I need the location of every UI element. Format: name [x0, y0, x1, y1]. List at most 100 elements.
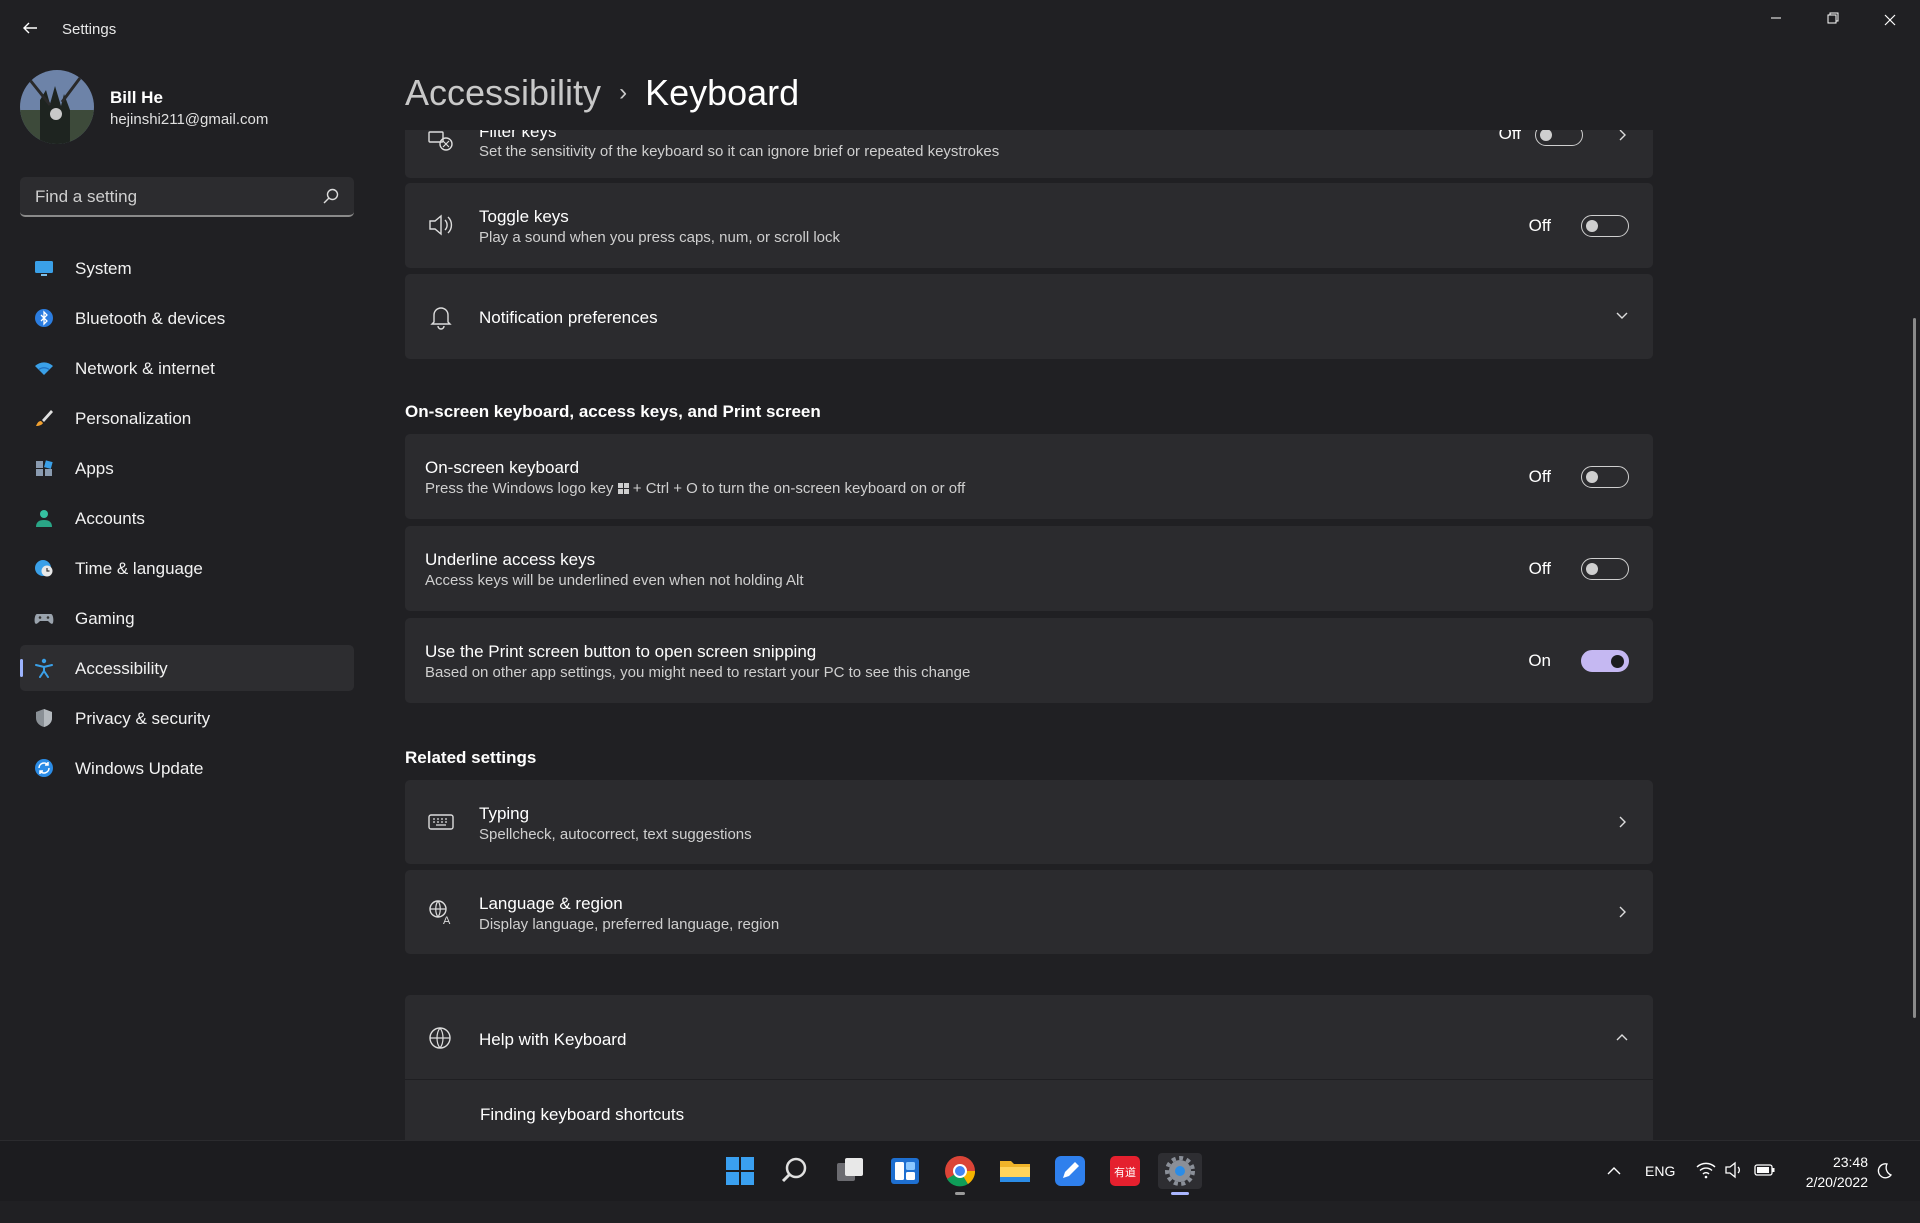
- notes-icon: [1055, 1156, 1085, 1186]
- language-icon: A: [429, 900, 451, 926]
- scrollbar[interactable]: [1913, 318, 1916, 1018]
- onscreen-keyboard-title: On-screen keyboard: [425, 458, 580, 477]
- show-hidden-icons-chevron-up-icon[interactable]: [1606, 1163, 1622, 1179]
- settings-icon: [1165, 1156, 1195, 1186]
- notes-button[interactable]: [1052, 1153, 1088, 1189]
- running-indicator: [955, 1192, 965, 1195]
- filter-keys-toggle[interactable]: [1535, 130, 1583, 146]
- youdao-icon: 有道: [1110, 1156, 1140, 1186]
- taskbar: 有道 ENG 23:48 2/20/2022: [0, 1140, 1920, 1201]
- language-region-title: Language & region: [479, 894, 623, 913]
- section-title-onscreen: On-screen keyboard, access keys, and Pri…: [405, 402, 821, 421]
- widgets-button[interactable]: [887, 1153, 923, 1189]
- search-icon: [781, 1157, 807, 1183]
- print-screen-title: Use the Print screen button to open scre…: [425, 642, 817, 661]
- underline-access-keys-toggle[interactable]: [1581, 558, 1629, 580]
- back-button[interactable]: [16, 14, 44, 42]
- svg-text:有道: 有道: [1114, 1165, 1136, 1179]
- underline-access-keys-title: Underline access keys: [425, 550, 596, 569]
- close-button[interactable]: [1870, 8, 1910, 32]
- print-screen-toggle[interactable]: [1581, 650, 1629, 672]
- filter-keys-desc: Set the sensitivity of the keyboard so i…: [479, 143, 1000, 160]
- profile-name: Bill He: [110, 88, 163, 107]
- speaker-icon: [429, 214, 453, 236]
- underline-access-keys-state: Off: [1528, 559, 1551, 578]
- toggle-keys-state: Off: [1528, 216, 1551, 235]
- help-link-keyboard-shortcuts[interactable]: Finding keyboard shortcuts: [480, 1105, 684, 1125]
- help-card: Help with Keyboard Finding keyboard shor…: [405, 995, 1653, 1140]
- svg-text:A: A: [443, 915, 451, 926]
- settings-content[interactable]: Filter keys Set the sensitivity of the k…: [0, 130, 1920, 1140]
- chrome-button[interactable]: [942, 1153, 978, 1195]
- filter-keys-icon: [428, 131, 453, 151]
- underline-access-keys-desc: Access keys will be underlined even when…: [425, 572, 804, 589]
- focus-assist-moon-icon[interactable]: [1875, 1162, 1893, 1180]
- page-title: Keyboard: [645, 72, 800, 113]
- minimize-button[interactable]: [1756, 8, 1796, 32]
- keyboard-icon: [428, 814, 454, 830]
- taskbar-search-button[interactable]: [777, 1153, 813, 1189]
- chevron-right-icon[interactable]: [1615, 815, 1629, 829]
- title-bar: Settings: [0, 0, 1920, 60]
- volume-icon[interactable]: [1724, 1161, 1744, 1179]
- file-explorer-button[interactable]: [997, 1153, 1033, 1189]
- section-title-related: Related settings: [405, 748, 537, 767]
- minimize-icon: [1771, 17, 1781, 19]
- start-button[interactable]: [722, 1153, 758, 1189]
- print-screen-state: On: [1528, 651, 1551, 670]
- settings-taskbar-button[interactable]: [1158, 1153, 1202, 1195]
- chevron-right-icon[interactable]: [1615, 130, 1629, 142]
- date: 2/20/2022: [1805, 1174, 1868, 1190]
- back-arrow-icon: [23, 22, 37, 34]
- widgets-icon: [891, 1158, 919, 1184]
- language-region-desc: Display language, preferred language, re…: [479, 916, 780, 933]
- typing-desc: Spellcheck, autocorrect, text suggestion…: [479, 826, 752, 843]
- onscreen-keyboard-card: On-screen keyboard Press the Windows log…: [405, 434, 1653, 519]
- youdao-button[interactable]: 有道: [1107, 1153, 1143, 1189]
- breadcrumb-parent[interactable]: Accessibility: [405, 72, 601, 113]
- underline-access-keys-card: Underline access keys Access keys will b…: [405, 526, 1653, 611]
- typing-card[interactable]: Typing Spellcheck, autocorrect, text sug…: [405, 780, 1653, 864]
- battery-icon[interactable]: [1754, 1161, 1776, 1179]
- time: 23:48: [1832, 1154, 1868, 1170]
- print-screen-card: Use the Print screen button to open scre…: [405, 618, 1653, 703]
- onscreen-keyboard-state: Off: [1528, 467, 1551, 486]
- notification-preferences-title: Notification preferences: [479, 308, 658, 327]
- breadcrumb: Accessibility › Keyboard: [405, 72, 799, 114]
- typing-title: Typing: [479, 804, 530, 823]
- notification-preferences-card[interactable]: Notification preferences: [405, 274, 1653, 359]
- chevron-right-icon[interactable]: [1615, 905, 1629, 919]
- filter-keys-title: Filter keys: [479, 130, 557, 141]
- restore-button[interactable]: [1813, 8, 1853, 32]
- active-indicator: [1171, 1192, 1189, 1195]
- chrome-icon: [945, 1156, 976, 1187]
- task-view-icon: [837, 1158, 863, 1181]
- toggle-keys-title: Toggle keys: [479, 207, 569, 226]
- bell-icon: [430, 307, 452, 330]
- wifi-tray-icon[interactable]: [1696, 1161, 1716, 1179]
- filter-keys-state: Off: [1498, 130, 1521, 143]
- clock[interactable]: 23:48 2/20/2022: [1806, 1152, 1868, 1212]
- close-icon: [1884, 14, 1896, 26]
- help-title[interactable]: Help with Keyboard: [479, 1030, 626, 1050]
- toggle-keys-card: Toggle keys Play a sound when you press …: [405, 183, 1653, 268]
- app-title: Settings: [62, 21, 117, 38]
- toggle-keys-desc: Play a sound when you press caps, num, o…: [479, 229, 841, 246]
- filter-keys-card[interactable]: Filter keys Set the sensitivity of the k…: [405, 130, 1653, 178]
- globe-help-icon: [429, 1027, 451, 1049]
- windows-logo-icon: [617, 483, 629, 494]
- print-screen-desc: Based on other app settings, you might n…: [425, 664, 971, 681]
- restore-icon: [1827, 12, 1839, 24]
- onscreen-keyboard-toggle[interactable]: [1581, 466, 1629, 488]
- input-language[interactable]: ENG: [1645, 1163, 1675, 1223]
- toggle-keys-toggle[interactable]: [1581, 215, 1629, 237]
- start-icon: [726, 1157, 754, 1185]
- divider: [405, 1079, 1653, 1080]
- chevron-up-icon[interactable]: [1615, 1030, 1629, 1044]
- onscreen-keyboard-desc: Press the Windows logo key + Ctrl + O to…: [425, 480, 966, 497]
- breadcrumb-separator: ›: [619, 79, 628, 106]
- chevron-down-icon[interactable]: [1615, 309, 1629, 323]
- language-region-card[interactable]: A Language & region Display language, pr…: [405, 870, 1653, 954]
- task-view-button[interactable]: [832, 1153, 868, 1189]
- file-explorer-icon: [1000, 1161, 1030, 1182]
